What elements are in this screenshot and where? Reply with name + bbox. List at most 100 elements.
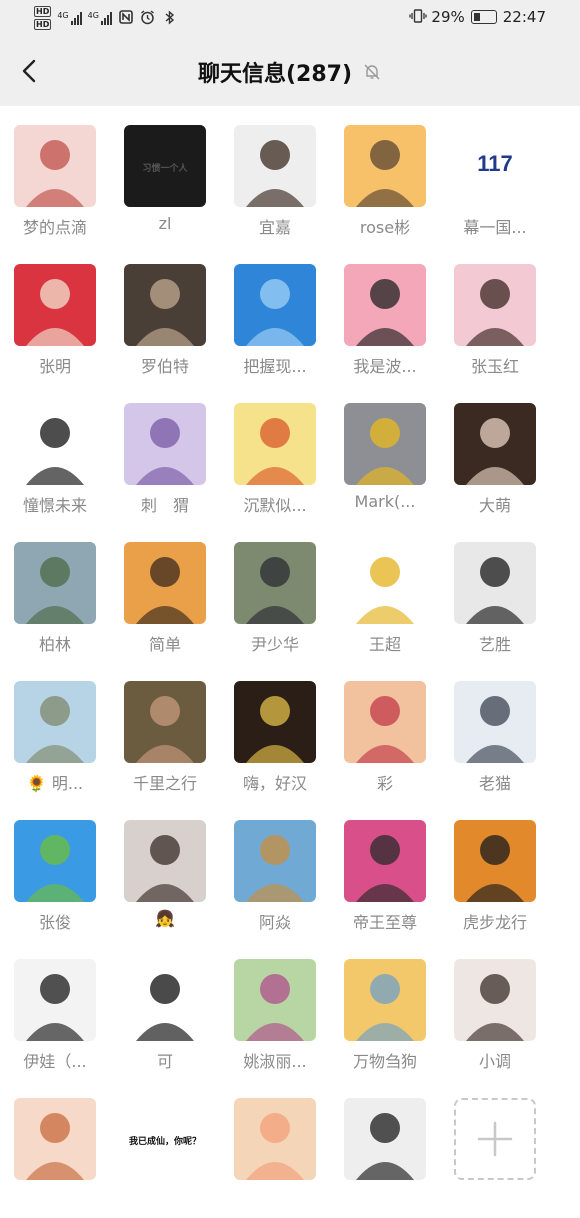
member-cell[interactable]: 千里之行 [110,662,220,801]
avatar[interactable] [234,820,316,902]
member-cell[interactable]: 嗨，好汉 [220,662,330,801]
avatar[interactable] [124,264,206,346]
avatar[interactable] [124,681,206,763]
navigation-bar: 聊天信息(287) [0,36,580,106]
member-cell[interactable]: 尹少华 [220,523,330,662]
member-cell[interactable]: 姚淑丽... [220,940,330,1079]
avatar[interactable] [124,403,206,485]
avatar[interactable] [234,403,316,485]
avatar[interactable] [124,959,206,1041]
member-cell[interactable]: 彩 [330,662,440,801]
avatar[interactable] [344,681,426,763]
hd-indicators: HD HD [34,6,52,30]
member-cell[interactable]: 张玉红 [440,245,550,384]
member-cell[interactable]: 柏林 [0,523,110,662]
status-bar: HD HD 4G 4G 29% 22:47 [0,0,580,36]
avatar-image [234,125,316,207]
avatar[interactable] [14,542,96,624]
avatar-image: 我已成仙，你呢？ [124,1098,206,1180]
member-cell[interactable]: 阿焱 [220,801,330,940]
member-cell[interactable] [0,1079,110,1218]
member-cell[interactable]: 我是波... [330,245,440,384]
avatar[interactable] [344,264,426,346]
add-member-button[interactable] [454,1098,536,1180]
member-cell[interactable]: 简单 [110,523,220,662]
avatar[interactable]: 习惯一个人 [124,125,206,207]
avatar[interactable] [14,681,96,763]
avatar-image [234,959,316,1041]
member-cell[interactable]: 张俊 [0,801,110,940]
avatar[interactable] [234,542,316,624]
member-cell[interactable]: 帝王至尊 [330,801,440,940]
member-name: 姚淑丽... [243,1052,307,1071]
avatar[interactable] [14,820,96,902]
avatar[interactable] [124,542,206,624]
member-cell[interactable]: 王超 [330,523,440,662]
avatar-image [454,542,536,624]
member-name: 憧憬未来 [22,496,87,515]
avatar[interactable] [234,959,316,1041]
member-name: Mark(... [354,492,416,511]
member-cell[interactable]: 老猫 [440,662,550,801]
member-cell[interactable]: 🌻 明... [0,662,110,801]
avatar[interactable] [14,264,96,346]
member-cell[interactable]: 👧 [110,801,220,940]
member-name: 梦的点滴 [22,218,87,237]
member-cell[interactable]: 把握现... [220,245,330,384]
avatar[interactable] [454,264,536,346]
member-cell[interactable]: 刺 猬 [110,384,220,523]
avatar[interactable] [14,403,96,485]
member-cell[interactable]: 虎步龙行 [440,801,550,940]
avatar[interactable] [344,125,426,207]
member-cell[interactable]: 梦的点滴 [0,106,110,245]
avatar-image [14,1098,96,1180]
member-cell[interactable]: 罗伯特 [110,245,220,384]
avatar[interactable] [234,1098,316,1180]
avatar[interactable] [124,820,206,902]
avatar[interactable] [344,403,426,485]
avatar-image [14,542,96,624]
avatar-image [124,681,206,763]
member-cell[interactable]: 张明 [0,245,110,384]
member-cell[interactable]: 艺胜 [440,523,550,662]
avatar-image [14,403,96,485]
avatar[interactable] [344,959,426,1041]
avatar[interactable] [344,1098,426,1180]
avatar[interactable] [454,542,536,624]
avatar[interactable] [344,542,426,624]
member-cell[interactable]: 沉默似... [220,384,330,523]
add-member-cell[interactable] [440,1079,550,1218]
avatar[interactable]: 我已成仙，你呢？ [124,1098,206,1180]
member-cell[interactable]: 我已成仙，你呢？ [110,1079,220,1218]
member-cell[interactable] [330,1079,440,1218]
avatar-image [124,403,206,485]
member-cell[interactable]: 可 [110,940,220,1079]
avatar[interactable] [14,125,96,207]
avatar[interactable] [14,959,96,1041]
member-cell[interactable] [220,1079,330,1218]
member-cell[interactable]: 习惯一个人 zl [110,106,220,245]
avatar[interactable] [454,959,536,1041]
avatar[interactable] [454,820,536,902]
member-name: 张俊 [38,913,71,932]
member-cell[interactable]: rose彬 [330,106,440,245]
avatar[interactable] [234,264,316,346]
avatar[interactable] [454,403,536,485]
member-cell[interactable]: 大萌 [440,384,550,523]
avatar[interactable] [14,1098,96,1180]
member-grid: 梦的点滴 习惯一个人 zl 宜嘉 rose彬 117 幕一国... 张明 罗伯特 把握现... 我是… [0,106,580,1184]
avatar[interactable]: 117 [454,125,536,207]
member-cell[interactable]: 万物刍狗 [330,940,440,1079]
member-cell[interactable]: 伊娃（... [0,940,110,1079]
member-cell[interactable]: Mark(... [330,384,440,523]
avatar[interactable] [234,681,316,763]
avatar[interactable] [454,681,536,763]
member-cell[interactable]: 宜嘉 [220,106,330,245]
member-name: 👧 [155,909,175,928]
hd-badge-2: HD [34,19,52,30]
avatar[interactable] [344,820,426,902]
member-cell[interactable]: 117 幕一国... [440,106,550,245]
member-cell[interactable]: 憧憬未来 [0,384,110,523]
avatar[interactable] [234,125,316,207]
member-cell[interactable]: 小调 [440,940,550,1079]
